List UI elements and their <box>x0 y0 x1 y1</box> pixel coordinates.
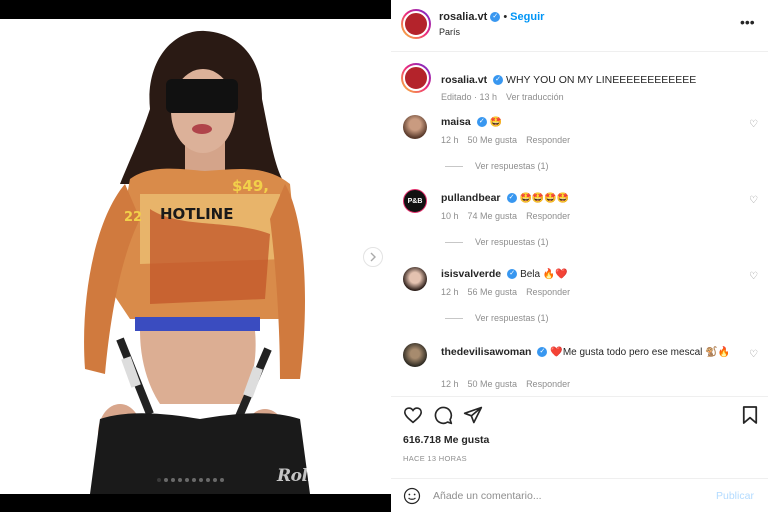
verified-icon: ✓ <box>507 269 518 280</box>
comment-like-heart-icon[interactable]: ♡ <box>749 195 758 206</box>
carousel-dot <box>164 478 168 482</box>
comment-likes[interactable]: 56 Me gusta <box>468 287 518 297</box>
carousel-dot <box>171 478 175 482</box>
comment-time: 12 h <box>441 287 459 297</box>
comment-like-heart-icon[interactable]: ♡ <box>749 119 758 130</box>
bookmark-icon[interactable] <box>738 403 762 427</box>
verified-icon: ✓ <box>476 117 487 128</box>
view-replies-label: Ver respuestas (1) <box>475 237 549 247</box>
comment-input[interactable]: Añade un comentario... <box>433 490 542 502</box>
comment-body: ❤️Me gusta todo pero ese mescal 🐒🔥 <box>550 347 731 358</box>
author-avatar[interactable] <box>401 9 431 39</box>
comment-meta: 10 h 74 Me gusta Responder <box>441 211 579 221</box>
next-slide-button[interactable] <box>363 247 383 267</box>
comment-likes[interactable]: 50 Me gusta <box>468 379 518 389</box>
avatar-logo-text: P&B <box>407 197 423 205</box>
caption-text: rosalia.vt ✓ WHY YOU ON MY LINEEEEEEEEEEE… <box>441 73 741 87</box>
send-icon[interactable] <box>461 403 485 427</box>
carousel-dot <box>206 478 210 482</box>
comment-time: 12 h <box>441 379 459 389</box>
verified-icon: ✓ <box>493 75 504 86</box>
commenter-avatar[interactable]: P&B <box>403 189 427 213</box>
comment-like-heart-icon[interactable]: ♡ <box>749 349 758 360</box>
carousel-dot <box>157 478 161 482</box>
view-replies-label: Ver respuestas (1) <box>475 161 549 171</box>
photo-text-price: $49, <box>232 177 269 195</box>
comment-icon[interactable] <box>431 403 455 427</box>
reply-button[interactable]: Responder <box>526 135 570 145</box>
rollingstone-watermark: RollingStone <box>277 466 391 486</box>
caption-avatar[interactable] <box>401 63 431 93</box>
heart-icon[interactable] <box>401 403 425 427</box>
carousel-dots <box>157 478 224 482</box>
photo-text-hotline: HOTLINE <box>160 205 233 223</box>
caption-meta: Editado · 13 h Ver traducción <box>441 92 573 102</box>
post-time-ago: HACE 13 HORAS <box>403 454 467 463</box>
post-header: rosalia.vt ✓ • Seguir París ••• <box>391 0 768 52</box>
verified-icon: ✓ <box>537 347 548 358</box>
caption-time: Editado · 13 h <box>441 92 498 102</box>
commenter-avatar[interactable] <box>403 115 427 139</box>
post-location[interactable]: París <box>439 27 460 37</box>
comment-meta: 12 h 50 Me gusta Responder <box>441 379 579 389</box>
comment-text: maisa ✓ 🤩 <box>441 115 741 130</box>
comment-text: thedevilisawoman ✓ ❤️Me gusta todo pero e… <box>441 345 741 360</box>
comments-list[interactable]: rosalia.vt ✓ WHY YOU ON MY LINEEEEEEEEEEE… <box>391 53 768 393</box>
publish-button[interactable]: Publicar <box>716 490 754 502</box>
commenter-avatar[interactable] <box>403 267 427 291</box>
comment-likes[interactable]: 74 Me gusta <box>468 211 518 221</box>
post-side-panel: rosalia.vt ✓ • Seguir París ••• rosalia.vt ✓… <box>391 0 768 512</box>
carousel-dot <box>178 478 182 482</box>
verified-icon: ✓ <box>506 193 517 204</box>
emoji-icon[interactable] <box>403 487 421 505</box>
reply-button[interactable]: Responder <box>526 211 570 221</box>
comment-meta: 12 h 50 Me gusta Responder <box>441 135 579 145</box>
comment-meta: 12 h 56 Me gusta Responder <box>441 287 579 297</box>
media-top-bar <box>0 0 391 19</box>
comment-text: pullandbear ✓ 🤩🤩🤩🤩 <box>441 191 741 206</box>
commenter-avatar[interactable] <box>403 343 427 367</box>
commenter-username[interactable]: maisa <box>441 116 471 128</box>
comment-text: isisvalverde ✓ Bela 🔥❤️ <box>441 267 741 282</box>
carousel-dot <box>185 478 189 482</box>
author-line: rosalia.vt ✓ • Seguir <box>439 11 545 23</box>
caption-body: WHY YOU ON MY LINEEEEEEEEEEEE <box>506 74 697 86</box>
comment-time: 10 h <box>441 211 459 221</box>
chevron-right-icon <box>370 252 376 262</box>
author-username[interactable]: rosalia.vt <box>439 11 487 23</box>
verified-icon: ✓ <box>490 12 501 23</box>
comment-body: Bela 🔥❤️ <box>520 269 568 280</box>
commenter-username[interactable]: pullandbear <box>441 192 501 204</box>
likes-count[interactable]: 616.718 Me gusta <box>403 434 489 446</box>
comment-time: 12 h <box>441 135 459 145</box>
view-replies-button[interactable]: Ver respuestas (1) <box>445 237 549 247</box>
media-bottom-bar <box>0 494 391 512</box>
comment-body: 🤩🤩🤩🤩 <box>519 193 570 204</box>
post-photo[interactable]: HOTLINE $49, 22 <box>0 19 391 494</box>
carousel-dot <box>213 478 217 482</box>
comment-likes[interactable]: 50 Me gusta <box>468 135 518 145</box>
view-replies-label: Ver respuestas (1) <box>475 313 549 323</box>
caption-username[interactable]: rosalia.vt <box>441 74 487 86</box>
view-replies-button[interactable]: Ver respuestas (1) <box>445 161 549 171</box>
translate-link[interactable]: Ver traducción <box>506 92 564 102</box>
post-media: HOTLINE $49, 22 RollingStone <box>0 0 391 512</box>
carousel-dot <box>220 478 224 482</box>
comment-like-heart-icon[interactable]: ♡ <box>749 271 758 282</box>
comment-body: 🤩 <box>489 117 503 128</box>
carousel-dot <box>199 478 203 482</box>
add-comment-bar: Añade un comentario... Publicar <box>391 478 768 512</box>
follow-button[interactable]: Seguir <box>510 11 544 23</box>
reply-button[interactable]: Responder <box>526 287 570 297</box>
post-actions: 616.718 Me gusta HACE 13 HORAS <box>391 396 768 476</box>
commenter-username[interactable]: isisvalverde <box>441 268 501 280</box>
view-replies-button[interactable]: Ver respuestas (1) <box>445 313 549 323</box>
carousel-dot <box>192 478 196 482</box>
photo-text-22: 22 <box>124 210 142 225</box>
commenter-username[interactable]: thedevilisawoman <box>441 346 531 358</box>
reply-button[interactable]: Responder <box>526 379 570 389</box>
more-options-icon[interactable]: ••• <box>740 14 755 30</box>
